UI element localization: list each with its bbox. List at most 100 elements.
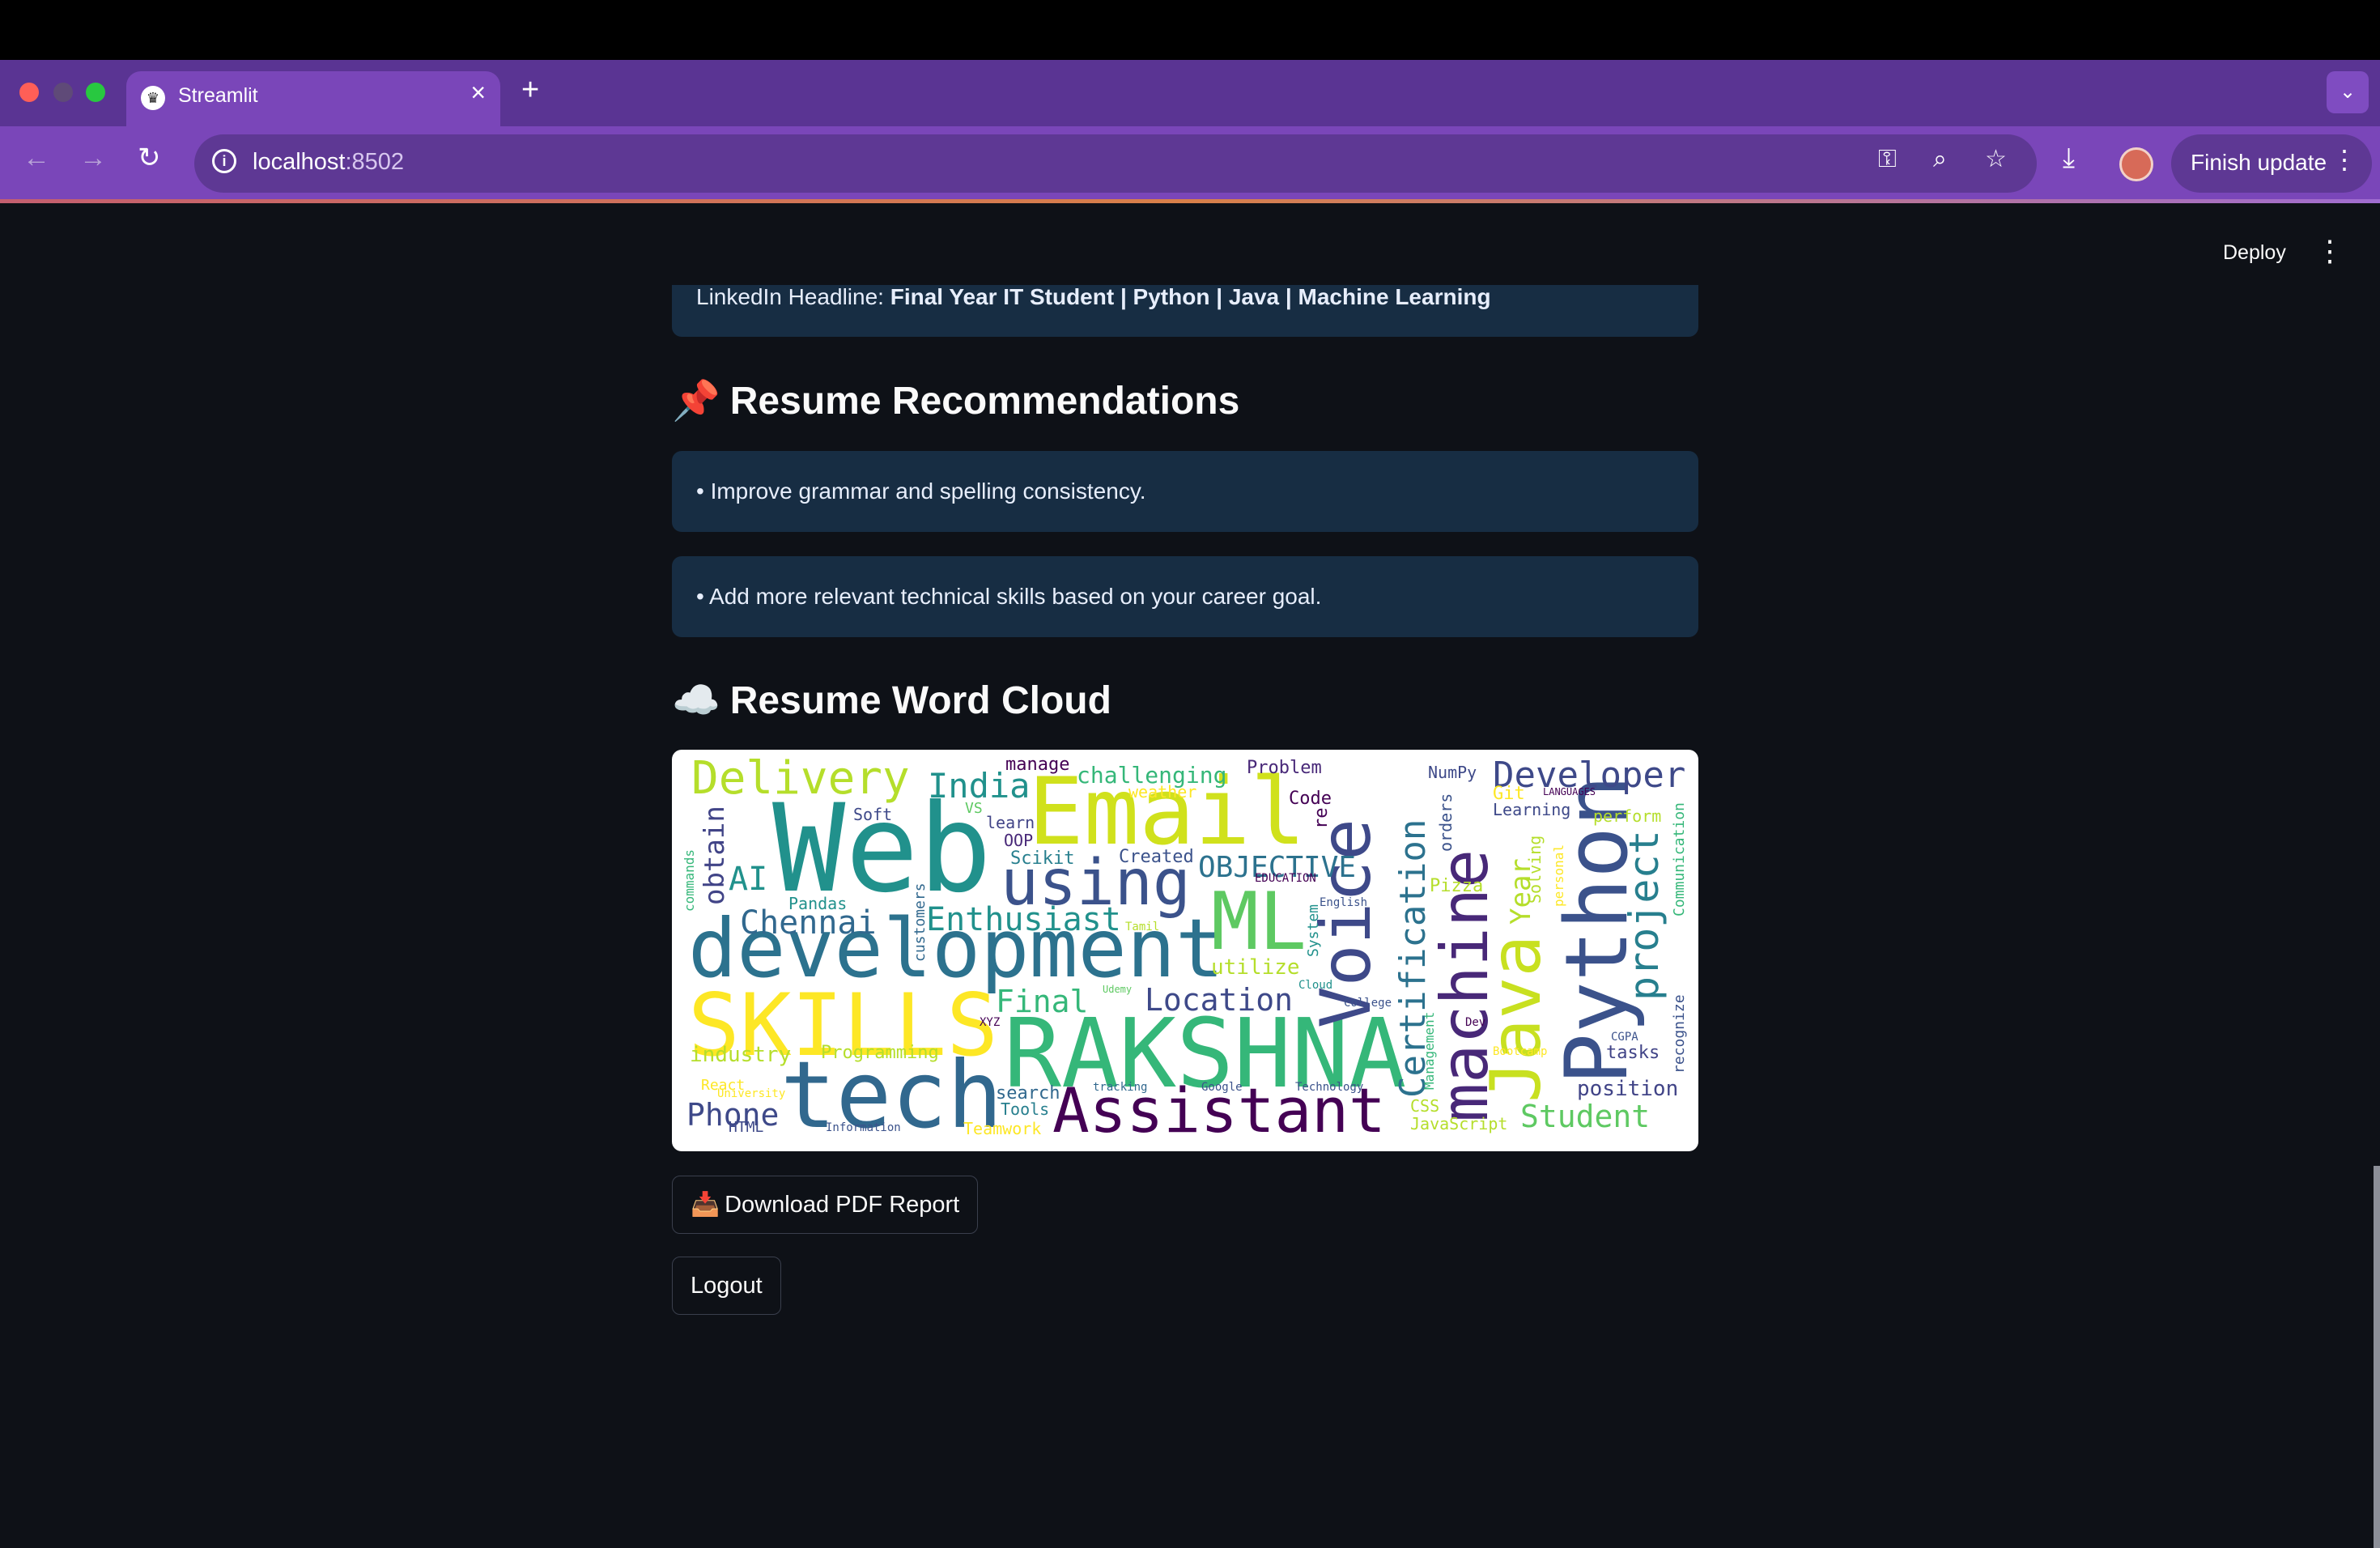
wordcloud-word: orders	[1436, 793, 1456, 852]
window-top-bar	[0, 0, 2380, 60]
deploy-button[interactable]: Deploy	[2223, 241, 2286, 265]
wordcloud-word: utilize	[1211, 955, 1300, 980]
download-icon[interactable]: ⤓	[2063, 144, 2075, 172]
maximize-window-button[interactable]	[86, 83, 105, 102]
close-tab-icon[interactable]: ×	[470, 79, 486, 105]
wordcloud-word: Teamwork	[963, 1119, 1042, 1138]
wordcloud-word: Programming	[821, 1043, 939, 1063]
minimize-window-button[interactable]	[53, 83, 73, 102]
wordcloud-word: industry	[690, 1043, 792, 1067]
profile-avatar[interactable]	[2119, 147, 2153, 181]
wordcloud-word: University	[717, 1087, 786, 1100]
wordcloud-word: Dev	[1465, 1016, 1486, 1029]
wordcloud-word: perform	[1593, 806, 1662, 826]
browser-tab[interactable]: ♛ Streamlit ×	[126, 71, 500, 128]
wordcloud-word: NumPy	[1428, 763, 1477, 782]
star-icon[interactable]: ☆	[1985, 147, 2007, 172]
more-vertical-icon[interactable]: ⋮	[2331, 147, 2357, 172]
wordcloud-word: CSS	[1410, 1096, 1440, 1116]
recommendations-heading: 📌 Resume Recommendations	[672, 377, 1239, 423]
wordcloud-word: Bootcamp	[1493, 1045, 1548, 1058]
finish-update-label: Finish update	[2191, 150, 2327, 175]
back-arrow-icon[interactable]: ←	[23, 144, 50, 172]
url-text[interactable]: localhost:8502	[253, 149, 404, 176]
wordcloud-word: customers	[912, 882, 929, 962]
wordcloud-word: project	[1621, 830, 1668, 1001]
wordcloud-word: manage	[1005, 755, 1070, 775]
wordcloud-word: College	[1344, 997, 1392, 1010]
linkedin-headline-label: LinkedIn Headline:	[696, 284, 890, 309]
wordcloud-word: Google	[1201, 1081, 1243, 1094]
wordcloud-word: ML	[1211, 876, 1307, 968]
finish-update-button[interactable]: Finish update ⋮	[2171, 134, 2372, 193]
wordcloud-word: Code	[1289, 789, 1332, 809]
wordcloud-word: VS	[965, 800, 983, 817]
wordcloud-word: tasks	[1606, 1043, 1660, 1063]
wordcloud-word: Management	[1422, 1011, 1437, 1090]
wordcloud-word: weather	[1128, 782, 1197, 802]
wordcloud-word: English	[1320, 896, 1368, 909]
wordcloud-word: HTML	[729, 1119, 764, 1136]
download-pdf-label: Download PDF Report	[725, 1191, 960, 1218]
wordcloud-word: LANGUAGES	[1543, 786, 1596, 797]
forward-arrow-icon[interactable]: →	[79, 144, 107, 172]
page-load-bar	[0, 199, 2380, 203]
wordcloud-word: Problem	[1247, 758, 1322, 778]
streamlit-crown-icon: ♛	[141, 86, 165, 110]
wordcloud-word: Scikit	[1010, 848, 1075, 869]
new-tab-button[interactable]: +	[521, 74, 539, 105]
wordcloud-word: Communication	[1671, 802, 1688, 916]
wordcloud-word: personal	[1551, 844, 1566, 907]
wordcloud-word: XYZ	[980, 1016, 1001, 1029]
wordcloud-word: Information	[826, 1121, 901, 1134]
wordcloud-heading: ☁️ Resume Word Cloud	[672, 677, 1111, 723]
address-bar[interactable]: i localhost:8502 ⚿ ⌕ ☆	[194, 134, 2037, 193]
wordcloud-word: Udemy	[1103, 984, 1133, 995]
zoom-icon[interactable]: ⌕	[1933, 147, 1947, 172]
wordcloud-word: Pizza	[1430, 876, 1484, 896]
page-scrollbar[interactable]	[2374, 1166, 2380, 1548]
close-window-button[interactable]	[19, 83, 39, 102]
recommendation-item: • Add more relevant technical skills bas…	[672, 556, 1698, 637]
main-menu-icon[interactable]: ⋮	[2315, 236, 2344, 266]
wordcloud-word: obtain	[699, 806, 731, 905]
wordcloud-word: CGPA	[1611, 1031, 1638, 1044]
wordcloud-word: tracking	[1093, 1081, 1148, 1094]
download-pdf-button[interactable]: 📥 Download PDF Report	[672, 1176, 979, 1234]
wordcloud-title: Resume Word Cloud	[729, 679, 1111, 722]
inbox-tray-icon: 📥	[691, 1192, 720, 1218]
wordcloud-word: Student	[1520, 1099, 1651, 1134]
wordcloud-word: Solving	[1525, 835, 1545, 904]
site-info-icon[interactable]: i	[212, 149, 236, 173]
wordcloud-word: Cloud	[1298, 979, 1333, 992]
wordcloud-word: recognize	[1671, 994, 1688, 1074]
wordcloud-word: EDUCATION	[1255, 872, 1316, 885]
wordcloud-word: AI	[729, 861, 768, 898]
wordcloud-word: Created	[1119, 847, 1194, 867]
reload-icon[interactable]: ↻	[138, 144, 161, 172]
wordcloud-word: search	[996, 1083, 1060, 1104]
wordcloud-word: JavaScript	[1410, 1114, 1508, 1133]
wordcloud-word: re	[1311, 807, 1332, 830]
wordcloud-word: commands	[682, 848, 697, 912]
wordcloud-word: Git	[1493, 784, 1525, 804]
wordcloud-word: Tamil	[1125, 921, 1160, 933]
logout-button[interactable]: Logout	[672, 1257, 781, 1315]
tab-title: Streamlit	[178, 84, 258, 107]
wordcloud-word: Learning	[1493, 800, 1571, 819]
linkedin-headline-value: Final Year IT Student | Python | Java | …	[890, 284, 1491, 309]
wordcloud-word: OOP	[1004, 831, 1034, 850]
wordcloud-word: Location	[1145, 982, 1294, 1018]
wordcloud-word: Enthusiast	[926, 901, 1121, 938]
pushpin-icon: 📌	[672, 380, 720, 423]
wordcloud-word: position	[1577, 1077, 1679, 1101]
wordcloud-word: Pandas	[788, 894, 848, 913]
tab-search-chevron-icon[interactable]: ⌄	[2327, 71, 2369, 113]
recommendation-item: • Improve grammar and spelling consisten…	[672, 451, 1698, 532]
linkedin-headline-box: LinkedIn Headline: Final Year IT Student…	[672, 285, 1698, 337]
recommendations-title: Resume Recommendations	[729, 380, 1240, 423]
key-icon[interactable]: ⚿	[1878, 147, 1897, 172]
wordcloud-word: Technology	[1295, 1081, 1364, 1094]
wordcloud-word: Final	[996, 984, 1089, 1019]
wordcloud-word: learn	[986, 813, 1035, 832]
